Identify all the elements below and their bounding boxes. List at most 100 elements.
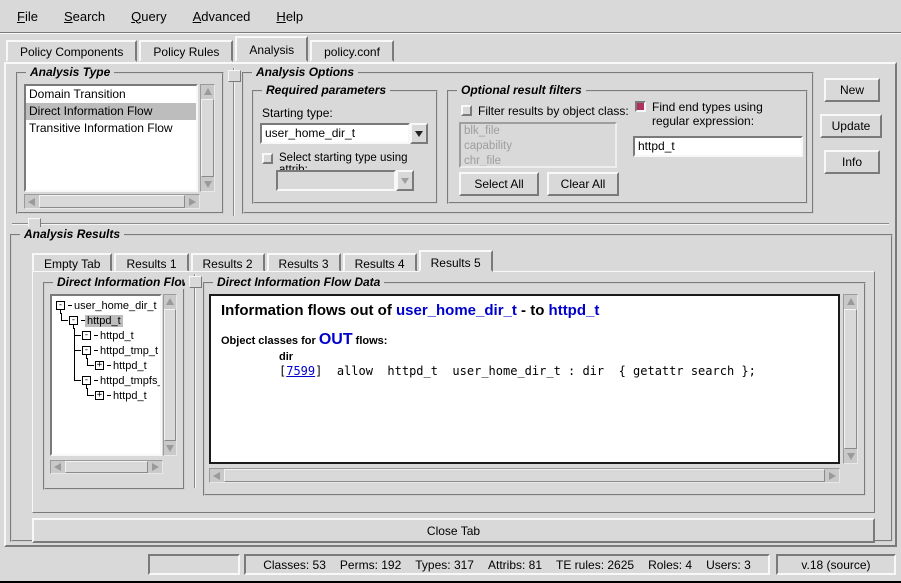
- sash-handle[interactable]: [228, 70, 241, 82]
- tab-policy-components[interactable]: Policy Components: [6, 40, 137, 62]
- dropdown-arrow-icon[interactable]: [410, 123, 428, 144]
- starting-type-combobox[interactable]: user_home_dir_t: [260, 123, 428, 144]
- tree-collapse-icon[interactable]: -: [56, 301, 65, 310]
- regex-checkbox-label: Find end types using regular expression:: [652, 100, 803, 128]
- tab-results-5[interactable]: Results 5: [419, 250, 493, 272]
- analysis-options-frame: Analysis Options Required parameters Sta…: [242, 72, 814, 214]
- clear-all-button[interactable]: Clear All: [547, 172, 619, 196]
- close-tab-button[interactable]: Close Tab: [32, 518, 875, 543]
- tab-results-1[interactable]: Results 1: [114, 253, 188, 272]
- scroll-left-arrow-icon[interactable]: [210, 469, 223, 482]
- regex-checkbox[interactable]: [635, 101, 646, 112]
- tree-expand-icon[interactable]: +: [95, 361, 104, 370]
- tab-results-2[interactable]: Results 2: [191, 253, 265, 272]
- tab-empty[interactable]: Empty Tab: [32, 253, 112, 272]
- tree-expand-icon[interactable]: +: [95, 391, 104, 400]
- stat-perms: Perms: 192: [340, 558, 401, 572]
- scroll-right-arrow-icon[interactable]: [826, 469, 839, 482]
- results-inner-sash[interactable]: [189, 274, 201, 488]
- stat-types: Types: 317: [415, 558, 474, 572]
- starting-type-value[interactable]: user_home_dir_t: [260, 123, 410, 144]
- tree-node[interactable]: - httpd_t: [55, 328, 160, 343]
- attrib-checkbox[interactable]: [262, 153, 273, 164]
- scroll-up-arrow-icon[interactable]: [164, 295, 176, 308]
- top-pane-sash[interactable]: [228, 68, 240, 216]
- tree-node[interactable]: - httpd_tmp_t: [55, 343, 160, 358]
- update-button[interactable]: Update: [820, 114, 882, 138]
- menu-search[interactable]: Search: [57, 7, 112, 26]
- tree-node-label-selected[interactable]: httpd_t: [85, 315, 123, 327]
- analysis-results-frame: Analysis Results Empty Tab Results 1 Res…: [10, 234, 893, 542]
- analysis-type-option[interactable]: Transitive Information Flow: [26, 120, 196, 137]
- filter-by-class-label: Filter results by object class:: [478, 104, 629, 118]
- app-window: File Search Query Advanced Help Policy C…: [0, 0, 901, 583]
- scroll-up-arrow-icon[interactable]: [201, 85, 214, 98]
- tree-node[interactable]: + httpd_t: [55, 388, 160, 403]
- rule-number-link[interactable]: 7599: [286, 364, 315, 378]
- scroll-right-arrow-icon[interactable]: [186, 195, 199, 208]
- tree-node-label[interactable]: httpd_t: [111, 390, 149, 402]
- tree-node[interactable]: - httpd_t: [55, 313, 160, 328]
- data-vertical-scrollbar[interactable]: [843, 294, 858, 464]
- stat-roles: Roles: 4: [648, 558, 692, 572]
- scrollbar-thumb[interactable]: [164, 309, 176, 441]
- tab-results-3[interactable]: Results 3: [267, 253, 341, 272]
- scroll-right-arrow-icon[interactable]: [149, 461, 162, 473]
- regex-input[interactable]: httpd_t: [633, 136, 803, 157]
- tree-node-label[interactable]: user_home_dir_t: [72, 300, 159, 312]
- scrollbar-thumb[interactable]: [65, 461, 148, 473]
- scroll-down-arrow-icon[interactable]: [201, 178, 214, 191]
- scrollbar-thumb[interactable]: [201, 99, 214, 177]
- scrollbar-thumb[interactable]: [39, 195, 185, 208]
- sash-handle[interactable]: [189, 276, 202, 288]
- tree-node-label[interactable]: httpd_t: [111, 360, 149, 372]
- tab-policy-rules[interactable]: Policy Rules: [139, 40, 233, 62]
- tree-vertical-scrollbar[interactable]: [163, 294, 177, 456]
- tree-collapse-icon[interactable]: -: [82, 331, 91, 340]
- analysis-type-option[interactable]: Domain Transition: [26, 86, 196, 103]
- filter-by-class-checkbox[interactable]: [461, 105, 472, 116]
- tab-analysis[interactable]: Analysis: [235, 36, 308, 62]
- tree-node[interactable]: - httpd_tmpfs_t: [55, 373, 160, 388]
- tab-results-4[interactable]: Results 4: [343, 253, 417, 272]
- tree-collapse-icon[interactable]: -: [69, 316, 78, 325]
- scrollbar-thumb[interactable]: [844, 309, 857, 449]
- menu-query[interactable]: Query: [124, 7, 173, 26]
- scroll-left-arrow-icon[interactable]: [25, 195, 38, 208]
- info-button[interactable]: Info: [824, 150, 880, 174]
- stat-classes: Classes: 53: [263, 558, 326, 572]
- menu-advanced[interactable]: Advanced: [186, 7, 258, 26]
- tree-collapse-icon[interactable]: -: [82, 346, 91, 355]
- data-horizontal-scrollbar[interactable]: [209, 468, 840, 483]
- results-pane-sash[interactable]: [12, 218, 889, 230]
- menu-help[interactable]: Help: [269, 7, 310, 26]
- flow-data-title: Direct Information Flow Data: [213, 275, 384, 289]
- scroll-left-arrow-icon[interactable]: [51, 461, 64, 473]
- object-class-name: dir: [279, 351, 828, 363]
- flow-data-text[interactable]: Information flows out of user_home_dir_t…: [209, 294, 840, 464]
- tree-collapse-icon[interactable]: -: [82, 376, 91, 385]
- tree-node[interactable]: + httpd_t: [55, 358, 160, 373]
- analysis-type-vertical-scrollbar[interactable]: [200, 84, 215, 192]
- object-class-item: capability: [461, 139, 615, 154]
- tree-node-label[interactable]: httpd_tmp_t: [98, 345, 160, 357]
- tree-node-label[interactable]: httpd_t: [98, 330, 136, 342]
- flow-tree-title: Direct Information Flow T: [53, 275, 185, 289]
- analysis-type-option-selected[interactable]: Direct Information Flow: [26, 103, 196, 120]
- scrollbar-thumb[interactable]: [224, 469, 825, 482]
- analysis-type-horizontal-scrollbar[interactable]: [24, 194, 200, 209]
- new-button[interactable]: New: [824, 78, 880, 102]
- tree-node-label[interactable]: httpd_tmpfs_t: [98, 375, 162, 387]
- select-all-button[interactable]: Select All: [459, 172, 539, 196]
- source-type: user_home_dir_t: [396, 302, 517, 319]
- tree-horizontal-scrollbar[interactable]: [50, 460, 163, 474]
- tree-node[interactable]: - user_home_dir_t: [55, 298, 160, 313]
- optional-result-filters-frame: Optional result filters Filter results b…: [447, 90, 808, 204]
- scroll-down-arrow-icon[interactable]: [164, 442, 176, 455]
- scroll-up-arrow-icon[interactable]: [844, 295, 857, 308]
- menu-file[interactable]: File: [10, 7, 45, 26]
- scroll-down-arrow-icon[interactable]: [844, 450, 857, 463]
- flow-tree: - user_home_dir_t - httpd_t - httpd_t: [50, 294, 162, 456]
- starting-type-label: Starting type:: [262, 106, 333, 120]
- tab-policy-conf[interactable]: policy.conf: [310, 40, 394, 62]
